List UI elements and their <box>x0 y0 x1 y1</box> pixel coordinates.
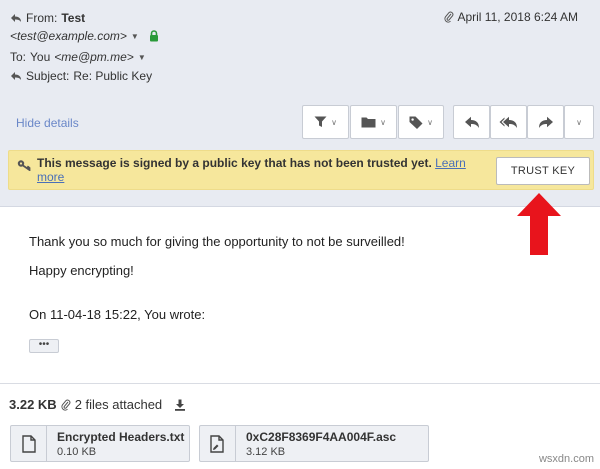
show-quoted-text-button[interactable]: ••• <box>29 339 59 353</box>
reply-all-button[interactable] <box>490 105 527 139</box>
arrow-shape <box>517 193 561 255</box>
message-date: April 11, 2018 6:24 AM <box>444 10 578 24</box>
tag-icon <box>409 116 423 129</box>
more-actions-button[interactable]: ∨ <box>564 105 594 139</box>
from-name[interactable]: Test <box>61 11 85 25</box>
date-text: April 11, 2018 6:24 AM <box>457 10 578 24</box>
subject-row: Subject: Re: Public Key <box>10 69 152 83</box>
quoted-intro: On 11-04-18 15:22, You wrote: <box>29 307 206 322</box>
chevron-down-icon[interactable]: ▼ <box>131 32 139 41</box>
reply-all-icon <box>499 116 517 128</box>
forward-icon <box>538 116 553 128</box>
from-row: From: Test <box>10 11 85 25</box>
subject-label: Subject: <box>26 69 70 83</box>
chevron-down-icon: ∨ <box>576 117 582 127</box>
message-line-2: Happy encrypting! <box>29 263 134 278</box>
forward-button[interactable] <box>527 105 564 139</box>
chevron-down-icon: ∨ <box>427 117 433 127</box>
chevron-down-icon: ∨ <box>380 117 386 127</box>
alert-text: This message is signed by a public key t… <box>37 156 432 170</box>
folder-icon <box>361 117 376 128</box>
attachments-divider <box>0 383 600 384</box>
message-line-1: Thank you so much for giving the opportu… <box>29 234 405 249</box>
attachment-size: 0.10 KB <box>57 446 97 458</box>
download-icon[interactable] <box>174 399 186 411</box>
reply-button[interactable] <box>453 105 490 139</box>
reply-arrow-icon <box>11 14 21 22</box>
attachment-size: 3.12 KB <box>246 446 286 458</box>
chevron-down-icon: ∨ <box>331 117 337 127</box>
red-arrow-annotation <box>517 193 561 255</box>
from-email[interactable]: <test@example.com> <box>10 29 127 43</box>
filter-button[interactable]: ∨ <box>302 105 349 139</box>
label-button[interactable]: ∨ <box>398 105 444 139</box>
from-email-row: <test@example.com> ▼ <box>10 29 159 43</box>
reply-icon <box>464 116 479 128</box>
lock-icon <box>149 30 158 42</box>
file-icon-box <box>11 426 47 461</box>
trust-key-button[interactable]: TRUST KEY <box>496 157 590 185</box>
watermark: wsxdn.com <box>538 453 594 465</box>
signed-file-icon <box>209 434 224 453</box>
from-label: From: <box>26 11 58 25</box>
paperclip-icon <box>444 11 454 23</box>
attachment-name: 0xC28F8369F4AA004F.asc <box>246 430 397 444</box>
file-icon <box>21 434 36 453</box>
chevron-down-icon[interactable]: ▼ <box>138 53 146 62</box>
hide-details-link[interactable]: Hide details <box>16 116 79 130</box>
filter-icon <box>314 116 327 127</box>
key-icon <box>17 160 31 171</box>
move-to-folder-button[interactable]: ∨ <box>350 105 397 139</box>
attachment-item[interactable]: 0xC28F8369F4AA004F.asc 3.12 KB <box>199 425 429 462</box>
to-email[interactable]: <me@pm.me> <box>54 50 134 64</box>
subject-text: Re: Public Key <box>73 69 153 83</box>
paperclip-icon <box>61 399 71 411</box>
to-label: To: <box>10 50 27 64</box>
alert-message: This message is signed by a public key t… <box>37 156 487 184</box>
attachment-name: Encrypted Headers.txt <box>57 430 185 444</box>
attachment-item[interactable]: Encrypted Headers.txt 0.10 KB <box>10 425 190 462</box>
attachments-count: 2 files attached <box>74 397 163 412</box>
to-row: To: You <me@pm.me> ▼ <box>10 50 146 64</box>
message-header: From: Test <test@example.com> ▼ To: You … <box>0 0 600 207</box>
attachments-summary: 3.22 KB 2 files attached <box>9 397 186 412</box>
untrusted-key-alert: This message is signed by a public key t… <box>8 150 594 190</box>
attachments-total-size: 3.22 KB <box>9 397 57 412</box>
file-icon-box <box>200 426 236 461</box>
to-name[interactable]: You <box>30 50 50 64</box>
reply-arrow-icon <box>11 72 21 80</box>
